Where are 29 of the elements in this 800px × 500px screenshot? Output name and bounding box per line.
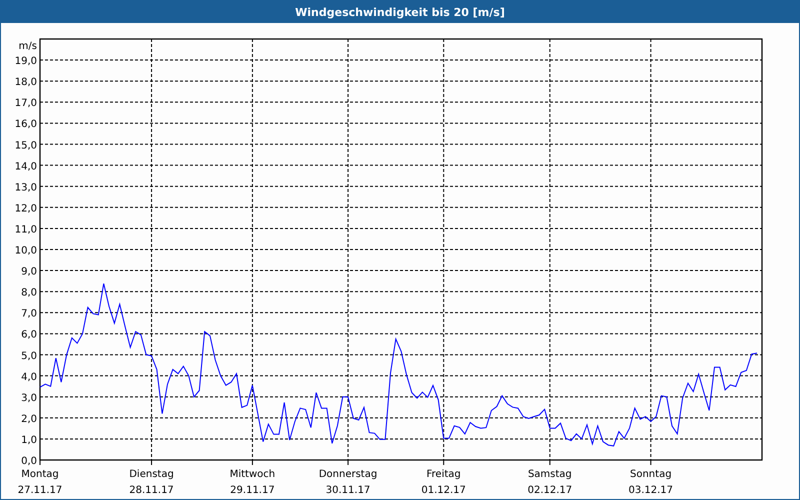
y-tick-label: 6,0 bbox=[21, 330, 37, 341]
y-axis-label: m/s bbox=[18, 41, 37, 52]
y-tick-label: 11,0 bbox=[14, 224, 37, 236]
x-tick-label: Donnerstag 30.11.17 bbox=[318, 469, 378, 496]
chart-title: Windgeschwindigkeit bis 20 [m/s] bbox=[1, 1, 799, 23]
y-tick-label: 18,0 bbox=[14, 77, 37, 88]
y-tick-label: 17,0 bbox=[14, 98, 37, 110]
y-tick-label: 5,0 bbox=[21, 350, 37, 362]
y-tick-label: 15,0 bbox=[14, 140, 37, 152]
x-tick-label: Mittwoch 29.11.17 bbox=[230, 469, 276, 496]
x-tick-label: Freitag 01.12.17 bbox=[421, 469, 466, 496]
y-tick-label: 13,0 bbox=[14, 182, 37, 194]
x-tick-label: Samstag 02.12.17 bbox=[528, 469, 572, 496]
y-tick-label: 12,0 bbox=[14, 203, 37, 214]
y-tick-label: 7,0 bbox=[21, 308, 37, 320]
y-tick-label: 3,0 bbox=[21, 392, 37, 404]
x-tick-label: Montag 27.11.17 bbox=[18, 469, 62, 496]
y-tick-label: 14,0 bbox=[14, 161, 37, 172]
y-tick-label: 16,0 bbox=[14, 119, 37, 130]
y-tick-label: 1,0 bbox=[21, 434, 37, 446]
x-tick-label: Dienstag 28.11.17 bbox=[129, 469, 174, 496]
y-tick-label: 9,0 bbox=[21, 266, 37, 278]
y-tick-label: 8,0 bbox=[21, 288, 37, 299]
y-tick-label: 19,0 bbox=[14, 56, 37, 68]
y-tick-label: 4,0 bbox=[21, 372, 37, 383]
x-tick-label: Sonntag 03.12.17 bbox=[628, 469, 674, 496]
y-tick-label: 10,0 bbox=[14, 246, 37, 256]
y-tick-label: 0,0 bbox=[21, 456, 37, 467]
y-tick-label: 2,0 bbox=[21, 414, 37, 425]
